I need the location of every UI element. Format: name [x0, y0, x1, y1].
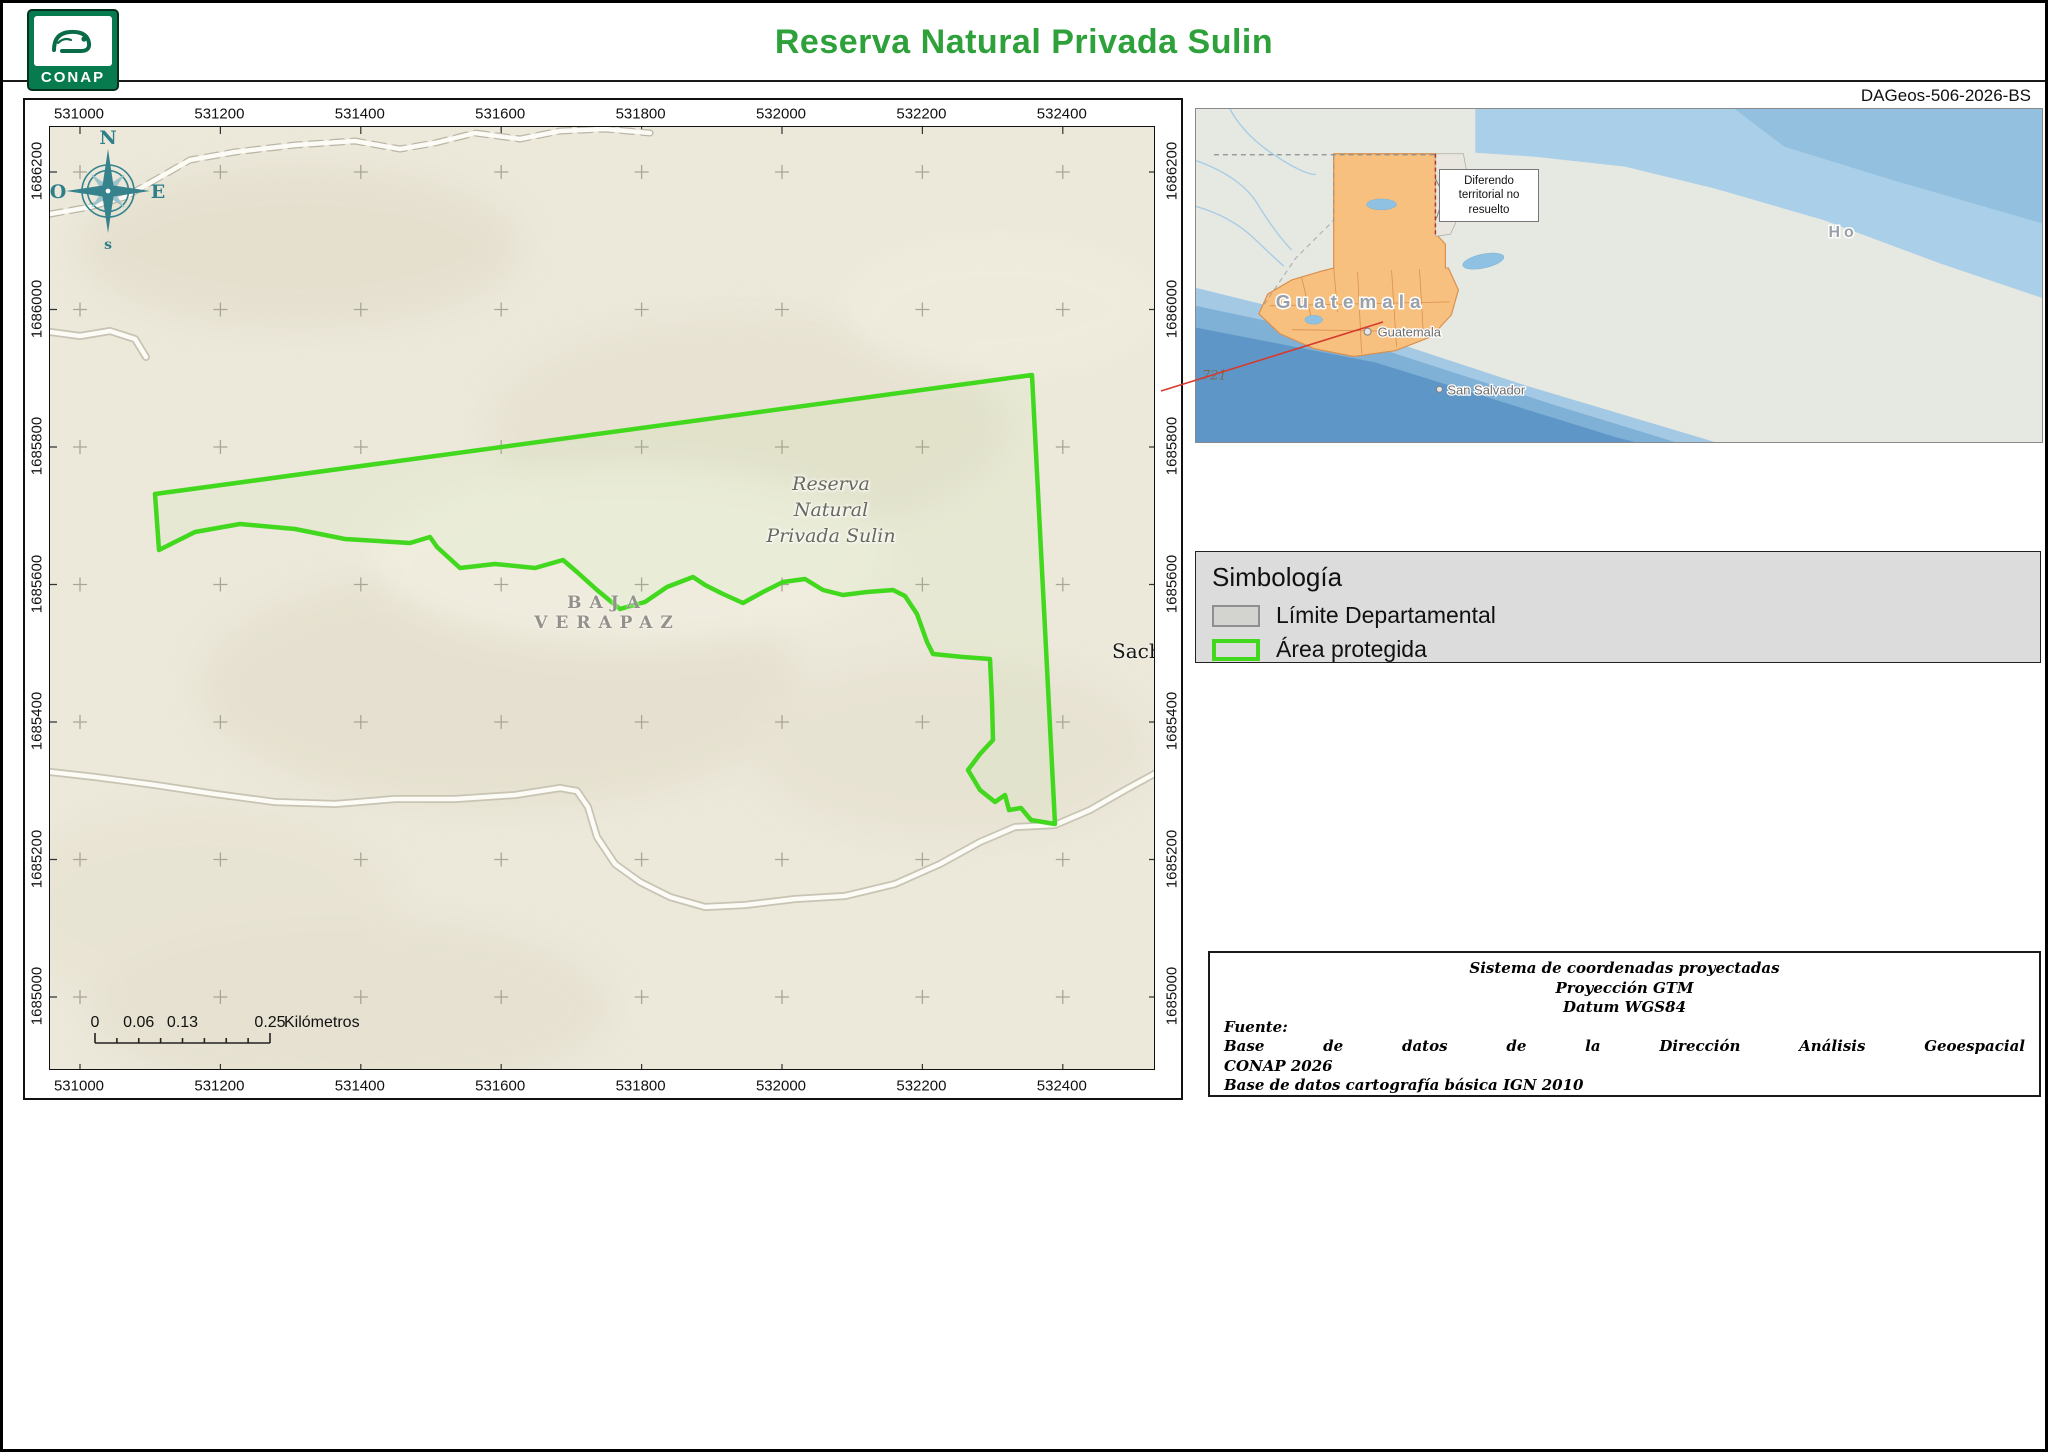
inset-map-graphic: Guatemala Guatemala San Salvador Ho 721: [1196, 109, 2042, 442]
grid-coordinate-label: 1685600: [29, 554, 46, 612]
credits-projection: Proyección GTM: [1224, 979, 2025, 999]
reserve-name-line: Natural: [746, 497, 916, 523]
compass-south-label: s: [104, 237, 112, 253]
credits-source-2: Base de datos cartografía básica IGN 201…: [1224, 1076, 2025, 1096]
grid-coordinate-label: 532200: [896, 106, 946, 123]
place-label: Sach: [1112, 639, 1155, 663]
dispute-callout: Diferendo territorial no resuelto: [1439, 169, 1539, 222]
scale-bar-label: 0: [91, 1014, 100, 1031]
inset-country-label: Guatemala: [1276, 292, 1427, 313]
credits-coordinate-system: Sistema de coordenadas proyectadas: [1224, 959, 2025, 979]
conap-logo-text: CONAP: [29, 68, 117, 89]
grid-coordinate-label: 1686200: [29, 142, 46, 200]
scale-bar-label: 0.06: [123, 1014, 154, 1031]
grid-coordinate-label: 532000: [756, 106, 806, 123]
inset-city-label: Guatemala: [1378, 325, 1442, 340]
page-title: Reserva Natural Privada Sulin: [3, 23, 2045, 62]
inset-locator-map: Guatemala Guatemala San Salvador Ho 721 …: [1195, 108, 2043, 443]
credits-box: Sistema de coordenadas proyectadas Proye…: [1208, 951, 2041, 1097]
grid-coordinate-label: 531600: [475, 1078, 525, 1095]
grid-coordinate-label: 531600: [475, 106, 525, 123]
grid-coordinate-label: 532400: [1037, 1078, 1087, 1095]
compass-north-label: N: [99, 127, 116, 149]
grid-coordinate-label: 531200: [194, 106, 244, 123]
grid-coordinate-label: 1685400: [29, 692, 46, 750]
grid-coordinate-label: 1685200: [1164, 829, 1181, 887]
compass-west-label: O: [50, 181, 66, 203]
reserve-name-label: Reserva Natural Privada Sulin: [746, 471, 916, 550]
map-frame: 0 0.06 0.13 0.25Kilómetros N E O s Reserva …: [23, 98, 1183, 1100]
legend-item-area: Área protegida: [1212, 636, 2024, 663]
grid-coordinate-label: 531200: [194, 1078, 244, 1095]
grid-coordinate-label: 531800: [616, 1078, 666, 1095]
inset-city2-label: San Salvador: [1447, 382, 1526, 397]
scale-bar-label: 0.13: [167, 1014, 198, 1031]
legend-title: Simbología: [1212, 562, 2024, 593]
inset-elevation-label: 721: [1202, 368, 1227, 383]
conap-logo: CONAP: [27, 9, 119, 91]
grid-coordinate-label: 1685000: [1164, 967, 1181, 1025]
grid-coordinate-label: 1685800: [1164, 417, 1181, 475]
compass-east-label: E: [151, 181, 165, 203]
grid-coordinate-label: 1686200: [1164, 142, 1181, 200]
credits-source-heading: Fuente:: [1224, 1018, 2025, 1038]
grid-coordinate-label: 532200: [896, 1078, 946, 1095]
legend-item-label: Límite Departamental: [1276, 602, 1496, 629]
scale-bar-label: 0.25: [254, 1014, 285, 1031]
area-protegida-swatch: [1212, 639, 1260, 661]
grid-coordinate-label: 531000: [54, 1078, 104, 1095]
limite-departamental-swatch: [1212, 605, 1260, 627]
grid-coordinate-label: 532400: [1037, 106, 1087, 123]
grid-coordinate-label: 1685600: [1164, 554, 1181, 612]
document-code: DAGeos-506-2026-BS: [1861, 86, 2031, 106]
grid-coordinate-label: 1685800: [29, 417, 46, 475]
credits-datum: Datum WGS84: [1224, 998, 2025, 1018]
conap-emblem-icon: [34, 16, 112, 66]
credits-source-1: Base de datos de la Dirección Análisis G…: [1224, 1037, 2025, 1057]
grid-coordinate-label: 1686000: [29, 279, 46, 337]
header-divider: [3, 80, 2045, 82]
inset-honduras-partial-label: Ho: [1829, 224, 1858, 241]
grid-coordinate-label: 1685000: [29, 967, 46, 1025]
grid-coordinate-label: 531400: [335, 106, 385, 123]
map-layout-page: Reserva Natural Privada Sulin DAGeos-506…: [0, 0, 2048, 1452]
legend-item-limite: Límite Departamental: [1212, 602, 2024, 629]
grid-coordinate-label: 1686000: [1164, 279, 1181, 337]
legend-box: Simbología Límite Departamental Área pro…: [1195, 551, 2041, 663]
scale-bar-unit: Kilómetros: [284, 1014, 360, 1031]
grid-coordinate-label: 531400: [335, 1078, 385, 1095]
department-label: BAJA VERAPAZ: [500, 593, 715, 633]
map-canvas: 0 0.06 0.13 0.25Kilómetros N E O s Reserva …: [49, 126, 1155, 1070]
credits-source-1b: CONAP 2026: [1224, 1057, 2025, 1077]
grid-coordinate-label: 1685200: [29, 829, 46, 887]
grid-coordinate-label: 531000: [54, 106, 104, 123]
legend-item-label: Área protegida: [1276, 636, 1427, 663]
grid-coordinate-label: 532000: [756, 1078, 806, 1095]
grid-coordinate-label: 531800: [616, 106, 666, 123]
reserve-name-line: Reserva: [746, 471, 916, 497]
grid-coordinate-label: 1685400: [1164, 692, 1181, 750]
reserve-name-line: Privada Sulin: [746, 523, 916, 549]
